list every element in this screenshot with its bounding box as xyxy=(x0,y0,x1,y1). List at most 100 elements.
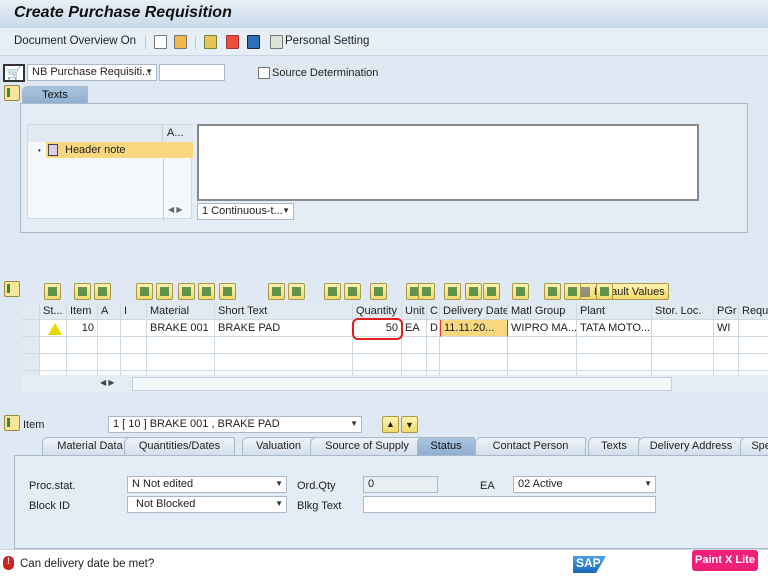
empty-cell[interactable] xyxy=(147,354,215,371)
expand-items-icon[interactable] xyxy=(4,281,20,297)
import-icon[interactable] xyxy=(544,283,561,300)
empty-cell[interactable] xyxy=(147,337,215,354)
sort-desc-icon[interactable] xyxy=(156,283,173,300)
empty-cell[interactable] xyxy=(577,337,652,354)
status-dropdown[interactable]: 02 Active xyxy=(513,476,656,493)
empty-cell[interactable] xyxy=(714,354,739,371)
column-header[interactable]: PGr xyxy=(714,303,739,320)
tab-status[interactable]: Status xyxy=(417,437,475,455)
empty-cell[interactable] xyxy=(98,354,121,371)
empty-cell[interactable] xyxy=(353,354,402,371)
empty-cell[interactable] xyxy=(714,337,739,354)
status-message[interactable]: Can delivery date be met? xyxy=(20,558,154,570)
grid-menu-icon[interactable] xyxy=(465,283,482,300)
sum-icon[interactable] xyxy=(268,283,285,300)
table-cell[interactable]: EA xyxy=(402,320,427,337)
previous-item-button[interactable]: ▲ xyxy=(382,416,399,433)
column-header[interactable]: Stor. Loc. xyxy=(652,303,714,320)
empty-cell[interactable] xyxy=(98,337,121,354)
personal-setting-icon[interactable] xyxy=(270,35,283,49)
document-type-dropdown[interactable]: NB Purchase Requisiti... xyxy=(27,64,157,81)
empty-cell[interactable] xyxy=(427,354,440,371)
row-selector[interactable] xyxy=(22,320,40,337)
check-icon[interactable] xyxy=(204,35,217,49)
empty-cell[interactable] xyxy=(215,354,353,371)
empty-cell[interactable] xyxy=(215,337,353,354)
table-cell[interactable]: TATA MOTO... xyxy=(577,320,652,337)
view-icon[interactable] xyxy=(344,283,361,300)
expand-header-icon[interactable] xyxy=(4,85,20,101)
column-header[interactable]: Requi xyxy=(739,303,768,320)
tree-scroll-arrows[interactable]: ◀ ▶ xyxy=(168,205,183,214)
column-header[interactable]: Short Text xyxy=(215,303,353,320)
next-item-button[interactable]: ▼ xyxy=(401,416,418,433)
empty-cell[interactable] xyxy=(40,337,67,354)
empty-cell[interactable] xyxy=(739,337,768,354)
row-selector[interactable] xyxy=(22,337,40,354)
filter-icon[interactable] xyxy=(219,283,236,300)
tab-delivery-address[interactable]: Delivery Address xyxy=(638,437,744,455)
tab-quantities-dates[interactable]: Quantities/Dates xyxy=(124,437,235,455)
delete-icon[interactable] xyxy=(94,283,111,300)
empty-cell[interactable] xyxy=(652,337,714,354)
warning-icon[interactable] xyxy=(40,320,67,337)
info-icon[interactable] xyxy=(247,35,260,49)
table-cell[interactable] xyxy=(739,320,768,337)
empty-cell[interactable] xyxy=(508,354,577,371)
table-cell[interactable]: WIPRO MA... xyxy=(508,320,577,337)
source-determination-checkbox[interactable] xyxy=(258,67,270,79)
empty-cell[interactable] xyxy=(440,337,508,354)
cart-icon[interactable]: 🛒 xyxy=(3,64,25,82)
tree-item-header-note[interactable]: Header note xyxy=(46,142,193,158)
select-all-icon[interactable] xyxy=(22,303,40,320)
subtotal-icon[interactable] xyxy=(288,283,305,300)
column-header[interactable]: Item xyxy=(67,303,98,320)
empty-cell[interactable] xyxy=(67,337,98,354)
column-header[interactable]: C xyxy=(427,303,440,320)
copy-icon[interactable] xyxy=(74,283,91,300)
empty-cell[interactable] xyxy=(652,354,714,371)
column-header[interactable]: Unit xyxy=(402,303,427,320)
table-cell[interactable]: WI xyxy=(714,320,739,337)
empty-cell[interactable] xyxy=(427,337,440,354)
text-editor[interactable] xyxy=(197,124,699,201)
text-format-dropdown[interactable]: 1 Continuous-t... xyxy=(197,203,294,220)
personal-setting-button[interactable]: Personal Setting xyxy=(285,35,369,47)
table-cell[interactable]: D xyxy=(427,320,440,337)
layout-menu-icon[interactable] xyxy=(418,283,435,300)
messages-icon[interactable] xyxy=(226,35,239,49)
blkg-text-input[interactable] xyxy=(363,496,656,513)
default-values-button[interactable]: Default Values xyxy=(576,283,669,300)
document-number-input[interactable] xyxy=(159,64,225,81)
empty-cell[interactable] xyxy=(67,354,98,371)
column-header[interactable]: A xyxy=(98,303,121,320)
expand-item-detail-icon[interactable] xyxy=(4,415,20,431)
table-horizontal-scrollbar[interactable]: ◀ ▶ xyxy=(22,375,768,393)
column-header[interactable]: Material xyxy=(147,303,215,320)
document-overview-button[interactable]: Document Overview On xyxy=(14,35,136,47)
column-header[interactable]: Matl Group xyxy=(508,303,577,320)
column-header[interactable]: I xyxy=(121,303,147,320)
tab-valuation[interactable]: Valuation xyxy=(242,437,315,455)
table-cell[interactable]: 11.11.20... xyxy=(440,320,508,337)
tab-spec20[interactable]: Spec20 xyxy=(740,437,768,455)
empty-cell[interactable] xyxy=(508,337,577,354)
empty-cell[interactable] xyxy=(577,354,652,371)
scroll-arrows[interactable]: ◀ ▶ xyxy=(100,378,115,387)
info-icon[interactable] xyxy=(512,283,529,300)
print-icon[interactable] xyxy=(324,283,341,300)
hold-icon[interactable] xyxy=(174,35,187,49)
empty-cell[interactable] xyxy=(121,337,147,354)
details-icon[interactable] xyxy=(44,283,61,300)
sort-asc-icon[interactable] xyxy=(136,283,153,300)
column-header[interactable]: St... xyxy=(40,303,67,320)
more-icon[interactable] xyxy=(483,283,500,300)
table-cell[interactable] xyxy=(121,320,147,337)
tab-texts[interactable]: Texts xyxy=(588,437,640,455)
empty-cell[interactable] xyxy=(121,354,147,371)
empty-cell[interactable] xyxy=(402,354,427,371)
transfer-icon[interactable] xyxy=(564,283,581,300)
table-cell[interactable] xyxy=(98,320,121,337)
empty-cell[interactable] xyxy=(402,337,427,354)
table-cell[interactable]: 10 xyxy=(67,320,98,337)
